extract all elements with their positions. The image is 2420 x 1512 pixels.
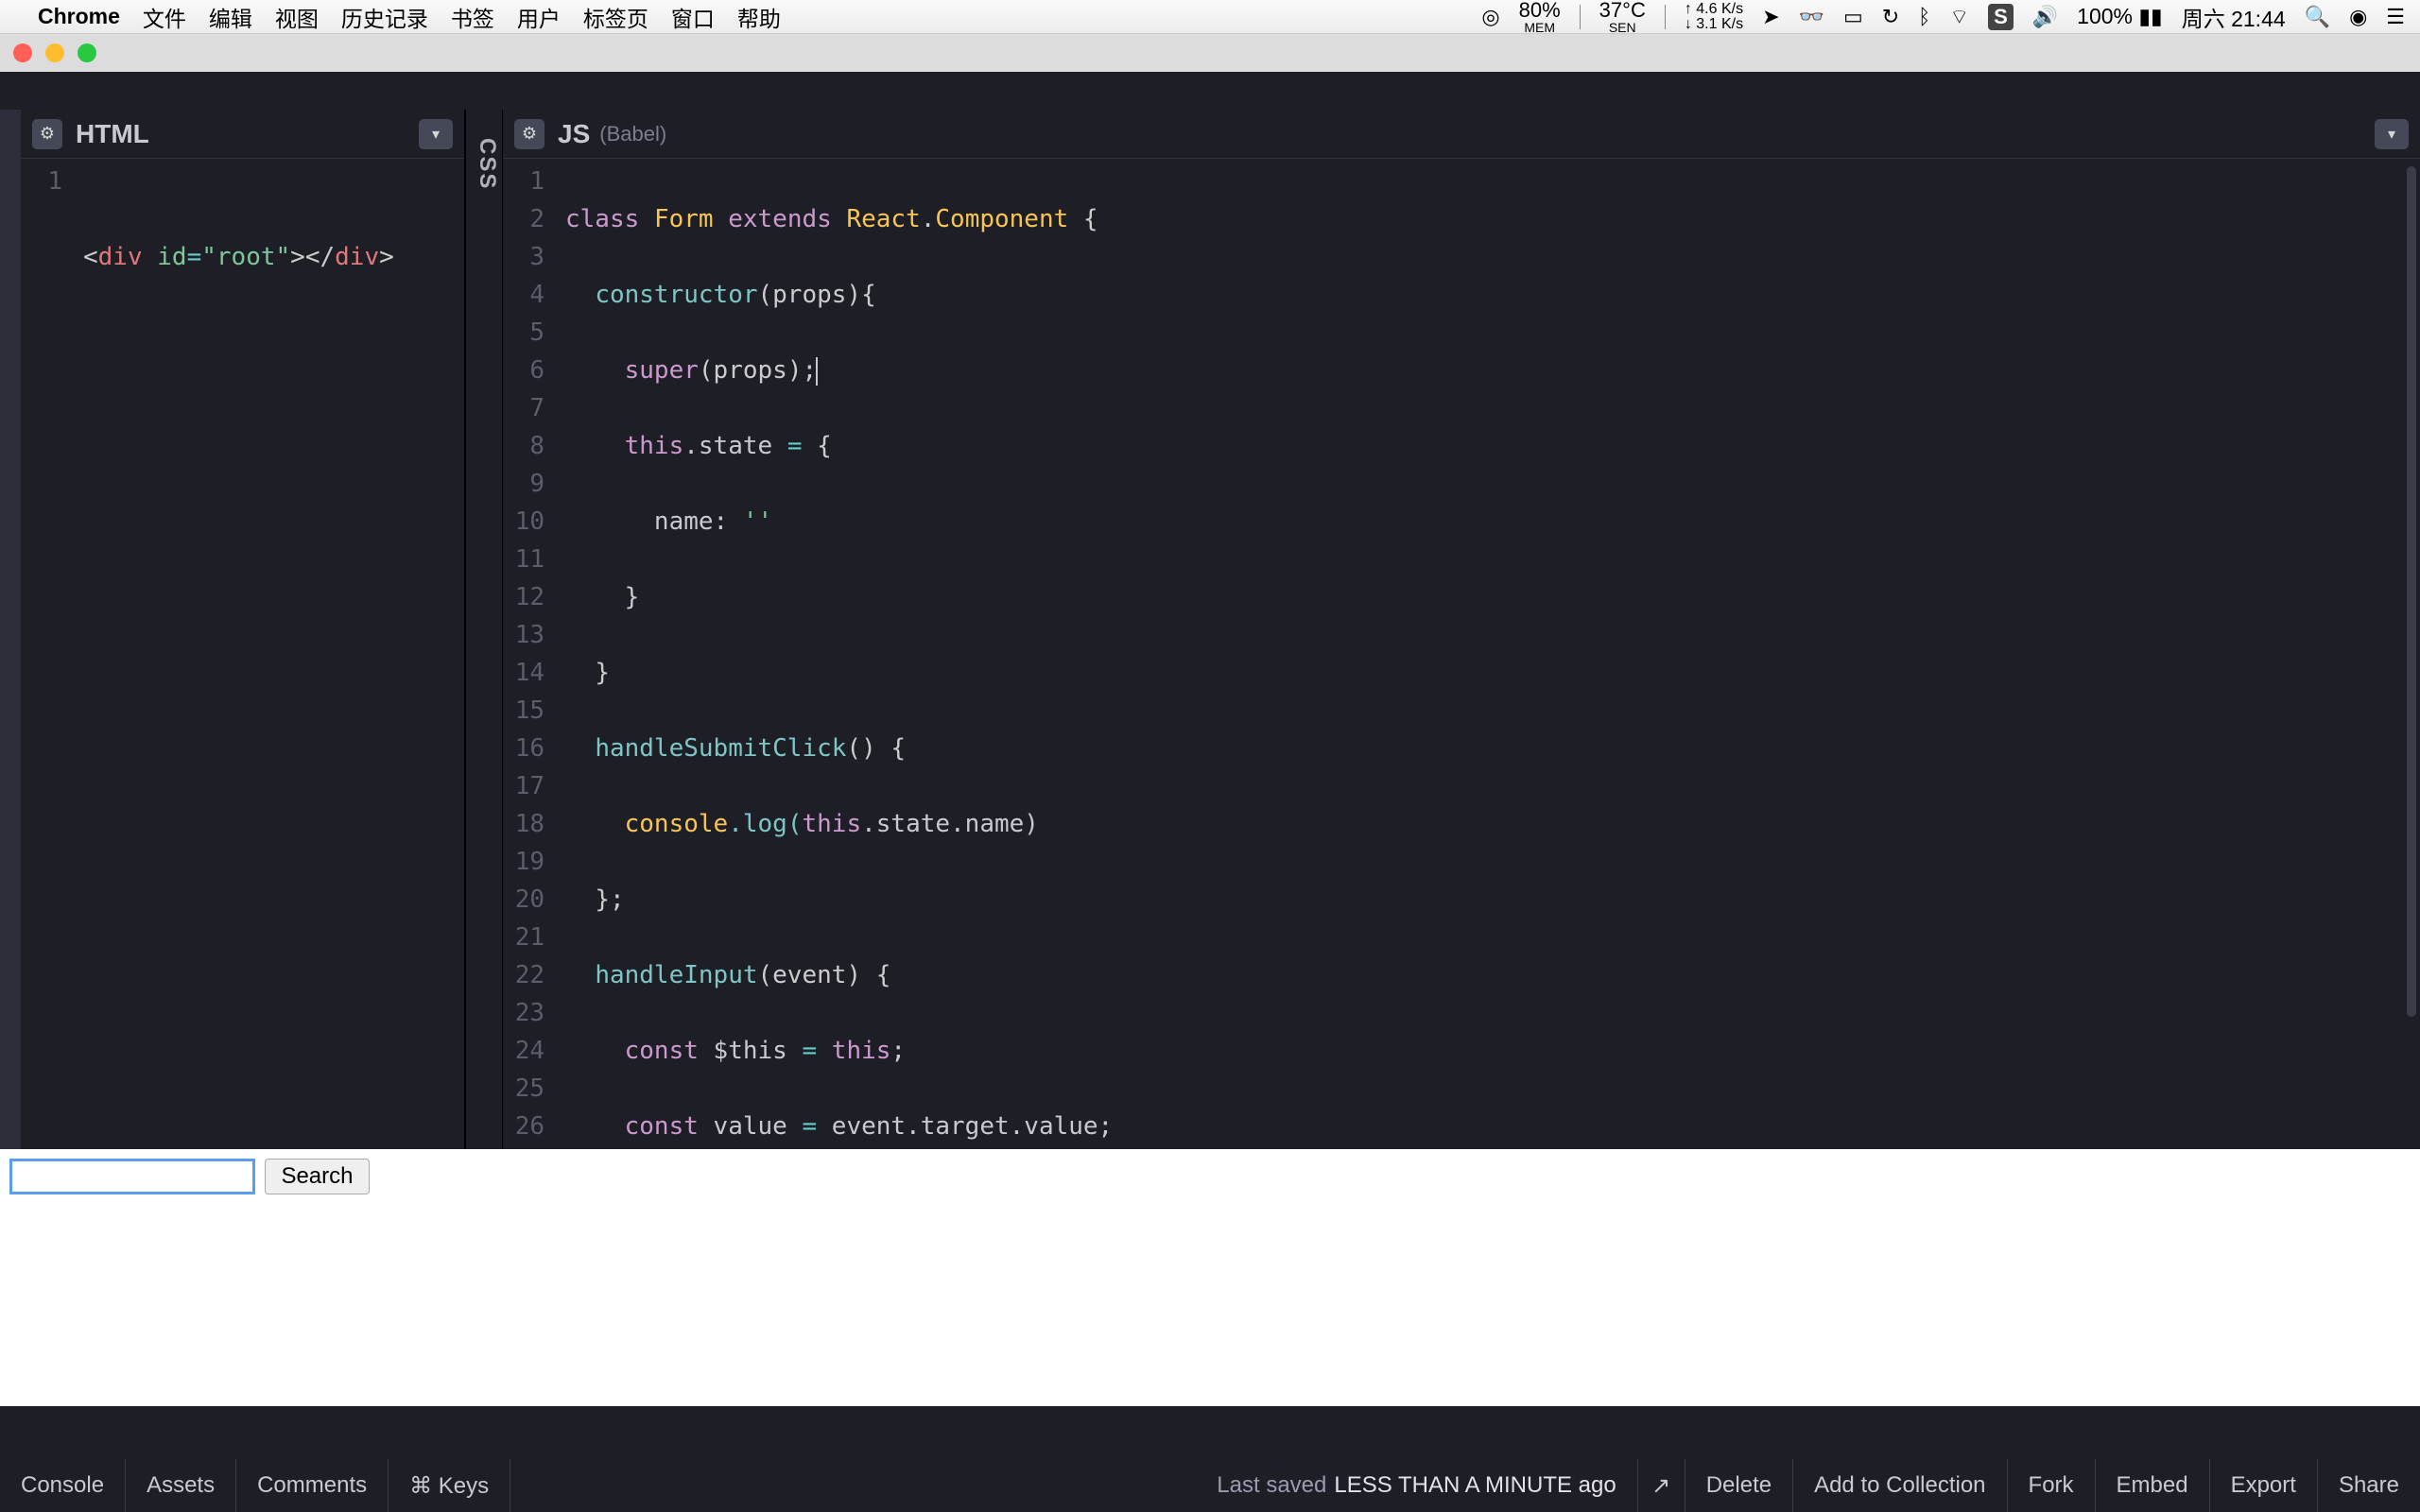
bluetooth-icon[interactable]: ᛒ	[1918, 5, 1930, 29]
temperature-indicator[interactable]: 37°C SEN	[1599, 0, 1646, 34]
sogou-icon[interactable]: S	[1988, 4, 2014, 30]
network-indicator[interactable]: ↑ 4.6 K/s ↓ 3.1 K/s	[1685, 2, 1743, 32]
assets-tab[interactable]: Assets	[126, 1459, 236, 1512]
display-icon[interactable]: ▭	[1843, 5, 1863, 29]
share-button[interactable]: Share	[2317, 1459, 2420, 1512]
menu-bookmarks[interactable]: 书签	[451, 1, 494, 33]
menu-file[interactable]: 文件	[143, 1, 186, 33]
add-to-collection-button[interactable]: Add to Collection	[1792, 1459, 2006, 1512]
menu-edit[interactable]: 编辑	[209, 1, 252, 33]
delete-button[interactable]: Delete	[1685, 1459, 1792, 1512]
css-tab-label: CSS	[474, 138, 500, 190]
app-name[interactable]: Chrome	[38, 4, 120, 29]
js-line-numbers: 1 2 3 4 5 6 7 8 9 10 11 12 13 14 15 16 1…	[503, 159, 556, 1149]
notification-center-icon[interactable]: ☰	[2386, 5, 2405, 29]
open-external-icon[interactable]: ↗	[1637, 1459, 1685, 1512]
menu-help[interactable]: 帮助	[737, 1, 781, 33]
window-chrome	[0, 34, 2420, 72]
memory-indicator[interactable]: 80% MEM	[1519, 0, 1561, 34]
js-pane-menu-button[interactable]: ▾	[2375, 119, 2409, 149]
bottom-toolbar: Console Assets Comments ⌘ Keys Last save…	[0, 1459, 2420, 1512]
html-code-area[interactable]: 1 <div id="root"></div>	[21, 159, 464, 1149]
css-editor-tab-collapsed[interactable]: CSS	[465, 110, 503, 1149]
location-icon[interactable]: ➤	[1762, 5, 1779, 29]
macos-menubar: Chrome 文件 编辑 视图 历史记录 书签 用户 标签页 窗口 帮助 ◎ 8…	[0, 0, 2420, 34]
js-code-lines[interactable]: class Form extends React.Component { con…	[556, 159, 1912, 1149]
codepen-toolbar	[0, 72, 2420, 110]
search-input[interactable]	[9, 1159, 255, 1194]
menu-history[interactable]: 历史记录	[341, 1, 428, 33]
js-pane-title: JS	[558, 119, 590, 149]
js-scrollbar[interactable]	[2407, 166, 2416, 1017]
comments-tab[interactable]: Comments	[236, 1459, 389, 1512]
embed-button[interactable]: Embed	[2095, 1459, 2209, 1512]
export-button[interactable]: Export	[2209, 1459, 2317, 1512]
fork-button[interactable]: Fork	[2007, 1459, 2095, 1512]
left-gutter	[0, 110, 21, 1149]
js-pane-subtitle: (Babel)	[599, 122, 666, 146]
teamviewer-icon[interactable]: ◎	[1481, 5, 1499, 29]
html-pane-menu-button[interactable]: ▾	[419, 119, 453, 149]
save-status: Last saved LESS THAN A MINUTE ago	[1196, 1459, 1636, 1512]
html-code-lines[interactable]: <div id="root"></div>	[74, 159, 394, 1149]
js-pane-header: ⚙ JS (Babel) ▾	[503, 110, 2420, 159]
html-line-numbers: 1	[21, 159, 74, 1149]
html-editor-pane: ⚙ HTML ▾ 1 <div id="root"></div>	[21, 110, 465, 1149]
html-pane-title: HTML	[76, 119, 149, 149]
gear-icon: ⚙	[522, 124, 537, 144]
keys-tab[interactable]: ⌘ Keys	[389, 1459, 510, 1512]
volume-icon[interactable]: 🔊	[2032, 5, 2058, 29]
chevron-down-icon: ▾	[2388, 125, 2395, 144]
datetime[interactable]: 周六 21:44	[2182, 1, 2286, 33]
html-pane-header: ⚙ HTML ▾	[21, 110, 464, 159]
menu-user[interactable]: 用户	[517, 1, 561, 33]
menu-window[interactable]: 窗口	[671, 1, 715, 33]
chevron-down-icon: ▾	[432, 125, 440, 144]
search-button[interactable]: Search	[265, 1159, 369, 1194]
battery-indicator[interactable]: 100% ▮▮	[2077, 4, 2163, 29]
gear-icon: ⚙	[40, 124, 55, 144]
js-editor-pane: ⚙ JS (Babel) ▾ 1 2 3 4 5 6 7 8 9 10 11 1…	[503, 110, 2420, 1149]
timemachine-icon[interactable]: ↻	[1882, 5, 1899, 29]
js-settings-button[interactable]: ⚙	[514, 119, 544, 149]
output-preview-pane: Search	[0, 1149, 2420, 1406]
menu-tabs[interactable]: 标签页	[583, 1, 648, 33]
wifi-icon[interactable]: ⌔	[1949, 4, 1969, 30]
js-code-area[interactable]: 1 2 3 4 5 6 7 8 9 10 11 12 13 14 15 16 1…	[503, 159, 2420, 1149]
close-window-button[interactable]	[13, 43, 32, 62]
glasses-icon[interactable]: 👓	[1799, 5, 1824, 29]
menu-view[interactable]: 视图	[275, 1, 319, 33]
minimize-window-button[interactable]	[45, 43, 64, 62]
text-cursor-icon	[816, 357, 818, 386]
html-settings-button[interactable]: ⚙	[32, 119, 62, 149]
editor-panes: ⚙ HTML ▾ 1 <div id="root"></div> CSS ⚙ J…	[0, 110, 2420, 1149]
maximize-window-button[interactable]	[78, 43, 96, 62]
spotlight-icon[interactable]: 🔍	[2305, 5, 2330, 29]
siri-icon[interactable]: ◉	[2349, 5, 2367, 29]
console-tab[interactable]: Console	[0, 1459, 126, 1512]
